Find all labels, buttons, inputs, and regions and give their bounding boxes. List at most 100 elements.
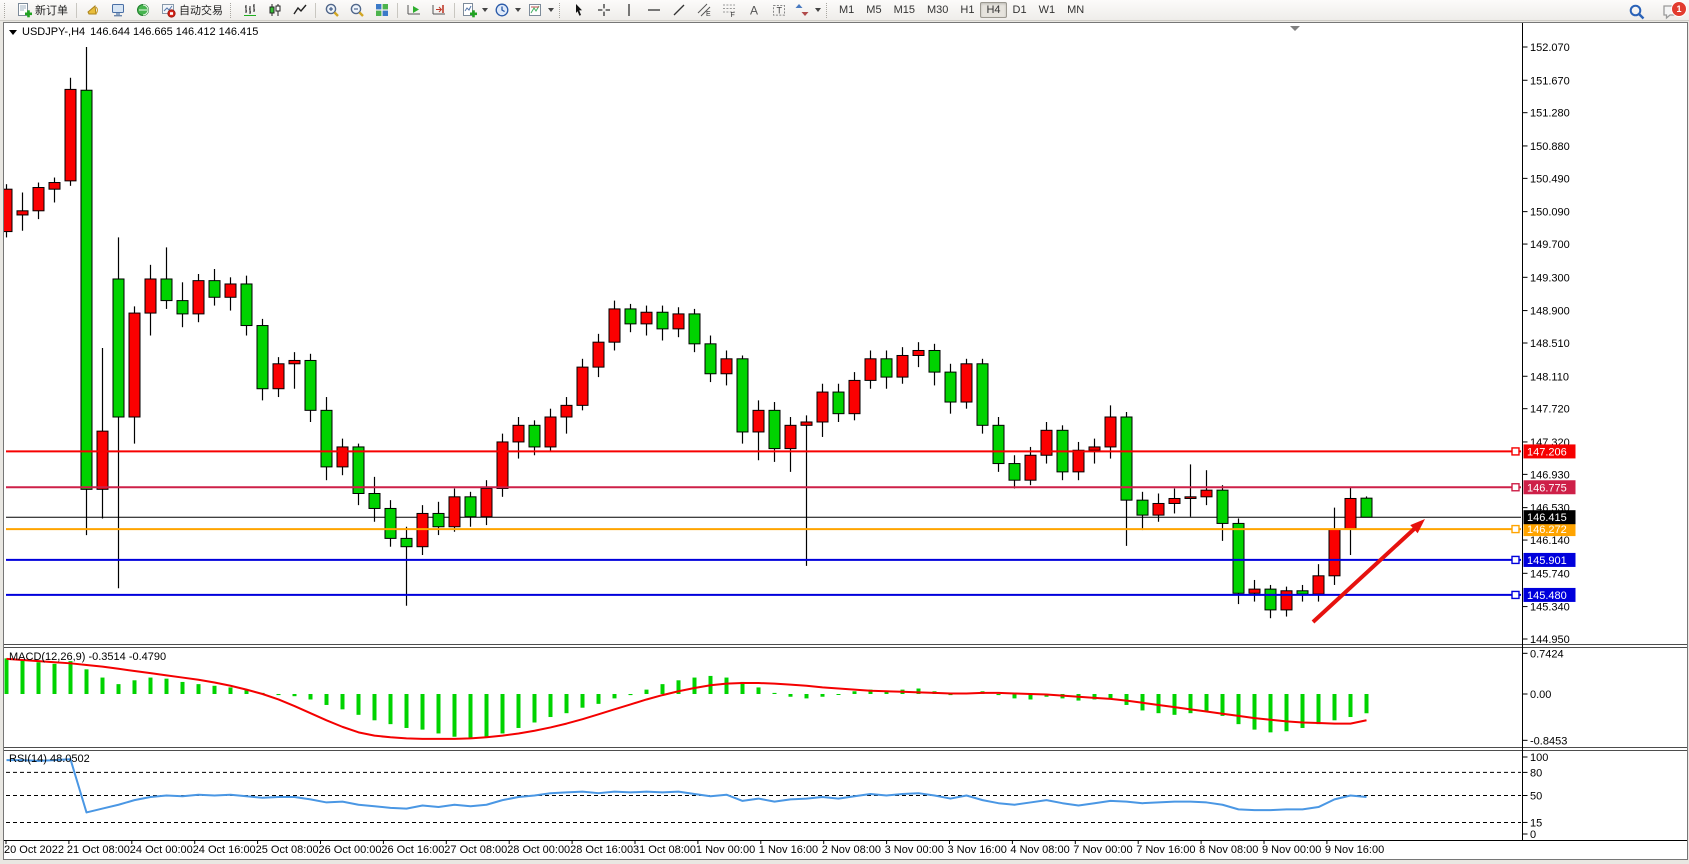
svg-text:100: 100 (1530, 752, 1548, 764)
svg-text:25 Oct 08:00: 25 Oct 08:00 (256, 844, 319, 856)
tile-windows-icon (374, 2, 390, 18)
auto-trading-button[interactable]: 自动交易 (155, 0, 228, 21)
text-button[interactable]: A (741, 0, 766, 21)
timeframe-D1[interactable]: D1 (1007, 2, 1033, 18)
toolbar-grip[interactable] (559, 3, 563, 18)
svg-text:147.206: 147.206 (1527, 446, 1567, 458)
svg-text:28 Oct 16:00: 28 Oct 16:00 (570, 844, 633, 856)
zoom-in-button[interactable] (319, 0, 344, 21)
alerts-icon (85, 2, 101, 18)
svg-text:4 Nov 08:00: 4 Nov 08:00 (1010, 844, 1069, 856)
templates-icon (527, 2, 543, 18)
bar-chart-icon (242, 2, 258, 18)
new-order-label: 新订单 (35, 2, 68, 18)
toolbar-grip[interactable] (230, 3, 234, 18)
signal-icon (135, 2, 151, 18)
svg-text:150.090: 150.090 (1530, 207, 1570, 219)
search-button[interactable] (1624, 1, 1649, 22)
chart-ohlc-values: 146.644 146.665 146.412 146.415 (90, 26, 258, 38)
chat-button[interactable]: 1 (1661, 3, 1683, 21)
trendline-icon (671, 2, 687, 18)
svg-text:145.901: 145.901 (1527, 555, 1567, 567)
vertical-line-icon (621, 2, 637, 18)
timeframe-M5[interactable]: M5 (860, 2, 887, 18)
bar-chart-button[interactable] (237, 0, 262, 21)
timeframe-M1[interactable]: M1 (833, 2, 860, 18)
timeframe-H1[interactable]: H1 (954, 2, 980, 18)
svg-text:27 Oct 08:00: 27 Oct 08:00 (444, 844, 507, 856)
indicators-button[interactable] (458, 0, 491, 21)
svg-text:24 Oct 16:00: 24 Oct 16:00 (193, 844, 256, 856)
price-chart-canvas[interactable]: 152.070151.670151.280150.880150.490150.0… (4, 23, 1687, 859)
shapes-button[interactable] (791, 0, 824, 21)
equidistant-channel-button[interactable]: E (691, 0, 716, 21)
zoom-out-icon (349, 2, 365, 18)
line-chart-button[interactable] (287, 0, 312, 21)
svg-text:9 Nov 16:00: 9 Nov 16:00 (1325, 844, 1384, 856)
chevron-down-icon (482, 8, 488, 12)
chart-title: USDJPY-,H4 146.644 146.665 146.412 146.4… (9, 26, 258, 38)
timeframe-H4[interactable]: H4 (980, 2, 1006, 18)
separator (315, 3, 316, 18)
history-center-button[interactable] (105, 0, 130, 21)
zoom-in-icon (324, 2, 340, 18)
svg-text:151.670: 151.670 (1530, 75, 1570, 87)
signal-button[interactable] (130, 0, 155, 21)
separator (76, 3, 77, 18)
svg-text:0.7424: 0.7424 (1530, 648, 1564, 660)
toolbar-grip[interactable] (826, 3, 830, 18)
chevron-down-icon (815, 8, 821, 12)
timeframe-M30[interactable]: M30 (921, 2, 954, 18)
horizontal-line-button[interactable] (641, 0, 666, 21)
candlestick-chart-icon (267, 2, 283, 18)
svg-text:24 Oct 00:00: 24 Oct 00:00 (130, 844, 193, 856)
auto-scroll-button[interactable] (401, 0, 426, 21)
timeframe-W1[interactable]: W1 (1033, 2, 1062, 18)
templates-button[interactable] (524, 0, 557, 21)
chevron-down-icon (515, 8, 521, 12)
chart-menu-icon[interactable] (9, 30, 17, 35)
svg-text:21 Oct 08:00: 21 Oct 08:00 (67, 844, 130, 856)
svg-text:26 Oct 00:00: 26 Oct 00:00 (319, 844, 382, 856)
svg-text:149.700: 149.700 (1530, 239, 1570, 251)
tile-windows-button[interactable] (369, 0, 394, 21)
cursor-button[interactable] (566, 0, 591, 21)
timeframe-M15[interactable]: M15 (888, 2, 921, 18)
periods-button[interactable] (491, 0, 524, 21)
svg-text:146.272: 146.272 (1527, 524, 1567, 536)
history-center-icon (110, 2, 126, 18)
chart-window[interactable]: 152.070151.670151.280150.880150.490150.0… (3, 22, 1688, 860)
separator (454, 3, 455, 18)
svg-text:15: 15 (1530, 817, 1542, 829)
svg-text:31 Oct 08:00: 31 Oct 08:00 (633, 844, 696, 856)
svg-text:151.280: 151.280 (1530, 108, 1570, 120)
crosshair-icon (596, 2, 612, 18)
svg-text:50: 50 (1530, 791, 1542, 803)
zoom-out-button[interactable] (344, 0, 369, 21)
new-order-button[interactable]: 新订单 (11, 0, 73, 21)
vertical-line-button[interactable] (616, 0, 641, 21)
candlestick-chart-button[interactable] (262, 0, 287, 21)
rsi-indicator-label: RSI(14) 48.0502 (9, 753, 90, 765)
svg-text:7 Nov 16:00: 7 Nov 16:00 (1136, 844, 1195, 856)
chart-symbol-period: USDJPY-,H4 (22, 26, 85, 38)
svg-text:147.720: 147.720 (1530, 404, 1570, 416)
indicators-icon (461, 2, 477, 18)
svg-text:146.775: 146.775 (1527, 482, 1567, 494)
alerts-button[interactable] (80, 0, 105, 21)
auto-trading-label: 自动交易 (179, 2, 223, 18)
timeframe-MN[interactable]: MN (1061, 2, 1090, 18)
chart-shift-button[interactable] (426, 0, 451, 21)
svg-text:1 Nov 16:00: 1 Nov 16:00 (759, 844, 818, 856)
trendline-button[interactable] (666, 0, 691, 21)
toolbar-grip[interactable] (4, 3, 8, 18)
svg-text:152.070: 152.070 (1530, 42, 1570, 54)
cursor-icon (571, 2, 587, 18)
crosshair-button[interactable] (591, 0, 616, 21)
fibonacci-button[interactable]: F (716, 0, 741, 21)
text-label-button[interactable]: T (766, 0, 791, 21)
shapes-icon (794, 2, 810, 18)
periods-icon (494, 2, 510, 18)
text-icon: A (746, 2, 762, 18)
svg-text:144.950: 144.950 (1530, 634, 1570, 646)
